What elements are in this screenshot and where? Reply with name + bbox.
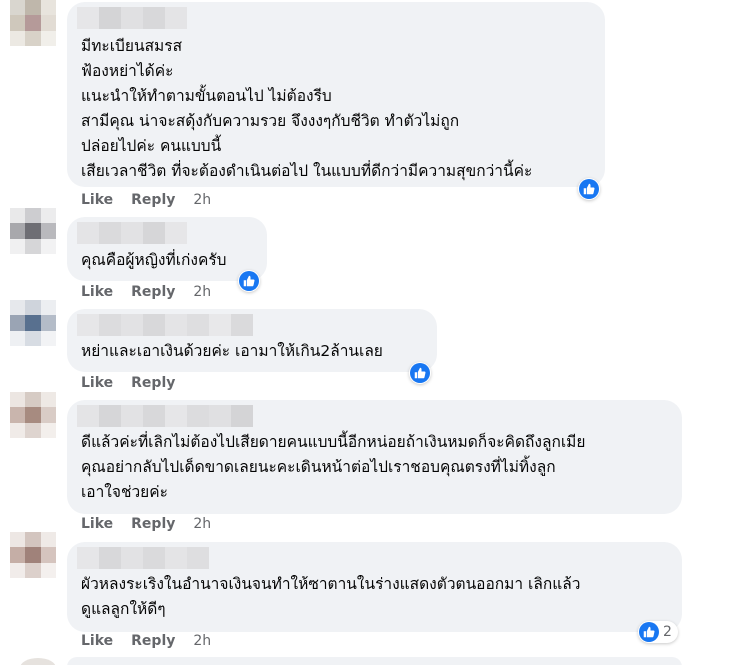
- avatar[interactable]: [10, 300, 56, 346]
- like-button[interactable]: Like: [81, 192, 113, 208]
- comment-feed: มีทะเบียนสมรส ฟ้องหย่าได้ค่ะ แนะนำให้ทำต…: [0, 0, 729, 665]
- like-button[interactable]: Like: [81, 633, 113, 649]
- comment-bubble: หย่าและเอาเงินด้วยค่ะ เอามาให้เกิน2ล้านเ…: [67, 309, 437, 372]
- comment-line: สามีคุณ น่าจะสดุ้งกับความรวย จึงงงๆกับชี…: [81, 112, 460, 130]
- reply-button[interactable]: Reply: [131, 516, 175, 532]
- author-name-blurred[interactable]: [77, 405, 253, 427]
- comment-actions: Like Reply: [81, 375, 193, 391]
- reply-button[interactable]: Reply: [131, 633, 175, 649]
- comment-bubble: คุณคือผู้หญิงที่เก่งครับ: [67, 217, 267, 281]
- avatar[interactable]: [20, 658, 56, 665]
- author-name-blurred[interactable]: [77, 547, 209, 569]
- comment-line: เสียเวลาชีวิต ที่จะต้องดำเนินต่อไป ในแบบ…: [81, 162, 533, 180]
- comment-line: มีทะเบียนสมรส: [81, 37, 183, 55]
- reaction-badge[interactable]: 2: [638, 621, 678, 643]
- comment-line: ปล่อยไปค่ะ คนแบบนี้: [81, 137, 222, 155]
- comment-text: หย่าและเอาเงินด้วยค่ะ เอามาให้เกิน2ล้านเ…: [81, 339, 383, 364]
- comment-text: ผัวหลงระเริงในอำนาจเงินจนทำให้ซาตานในร่า…: [81, 572, 580, 622]
- reaction-badge[interactable]: [238, 270, 260, 292]
- author-name-blurred[interactable]: [77, 222, 187, 244]
- thumbs-up-icon: [410, 363, 430, 383]
- comment-line: ผัวหลงระเริงในอำนาจเงินจนทำให้ซาตานในร่า…: [81, 575, 581, 593]
- timestamp[interactable]: 2h: [193, 284, 211, 300]
- timestamp[interactable]: 2h: [193, 516, 211, 532]
- comment-actions: Like Reply 2h: [81, 284, 211, 300]
- like-button[interactable]: Like: [81, 375, 113, 391]
- comment-bubble: ผัวหลงระเริงในอำนาจเงินจนทำให้ซาตานในร่า…: [67, 542, 682, 632]
- thumbs-up-icon: [639, 622, 659, 642]
- comment-line: แนะนำให้ทำตามขั้นตอนไป ไม่ต้องรีบ: [81, 87, 332, 105]
- comment-line: หย่าและเอาเงินด้วยค่ะ เอามาให้เกิน2ล้านเ…: [81, 342, 383, 360]
- comment-actions: Like Reply 2h: [81, 516, 211, 532]
- author-name-blurred[interactable]: [77, 7, 187, 29]
- reply-button[interactable]: Reply: [131, 284, 175, 300]
- comment-line: ดีแล้วค่ะที่เลิกไม่ต้องไปเสียดายคนแบบนี้…: [81, 433, 586, 451]
- comment-bubble: มีทะเบียนสมรส ฟ้องหย่าได้ค่ะ แนะนำให้ทำต…: [67, 2, 605, 187]
- comment-bubble: ดีแล้วค่ะที่เลิกไม่ต้องไปเสียดายคนแบบนี้…: [67, 400, 682, 514]
- avatar[interactable]: [10, 392, 56, 438]
- avatar[interactable]: [10, 532, 56, 578]
- comment-line: ดูแลลูกให้ดีๆ: [81, 600, 166, 618]
- comment-actions: Like Reply 2h: [81, 633, 211, 649]
- comment-line: คุณคือผู้หญิงที่เก่งครับ: [81, 251, 227, 269]
- like-button[interactable]: Like: [81, 284, 113, 300]
- author-name-blurred[interactable]: [77, 314, 253, 336]
- comment-text: มีทะเบียนสมรส ฟ้องหย่าได้ค่ะ แนะนำให้ทำต…: [81, 34, 532, 184]
- thumbs-up-icon: [239, 271, 259, 291]
- avatar[interactable]: [10, 0, 56, 46]
- thumbs-up-icon: [579, 179, 599, 199]
- comment-text: ดีแล้วค่ะที่เลิกไม่ต้องไปเสียดายคนแบบนี้…: [81, 430, 585, 505]
- reaction-badge[interactable]: [578, 178, 600, 200]
- comment-actions: Like Reply 2h: [81, 192, 211, 208]
- timestamp[interactable]: 2h: [193, 633, 211, 649]
- timestamp[interactable]: 2h: [193, 192, 211, 208]
- comment-line: เอาใจช่วยค่ะ: [81, 483, 168, 501]
- avatar[interactable]: [10, 208, 56, 254]
- like-button[interactable]: Like: [81, 516, 113, 532]
- reply-button[interactable]: Reply: [131, 192, 175, 208]
- reaction-badge[interactable]: [409, 362, 431, 384]
- reply-button[interactable]: Reply: [131, 375, 175, 391]
- comment-line: ฟ้องหย่าได้ค่ะ: [81, 62, 174, 80]
- comment-text: คุณคือผู้หญิงที่เก่งครับ: [81, 248, 227, 273]
- comment-line: คุณอย่ากลับไปเด็ดขาดเลยนะคะเดินหน้าต่อไป…: [81, 458, 556, 476]
- comment-bubble: [67, 657, 682, 665]
- reaction-count: 2: [663, 624, 672, 640]
